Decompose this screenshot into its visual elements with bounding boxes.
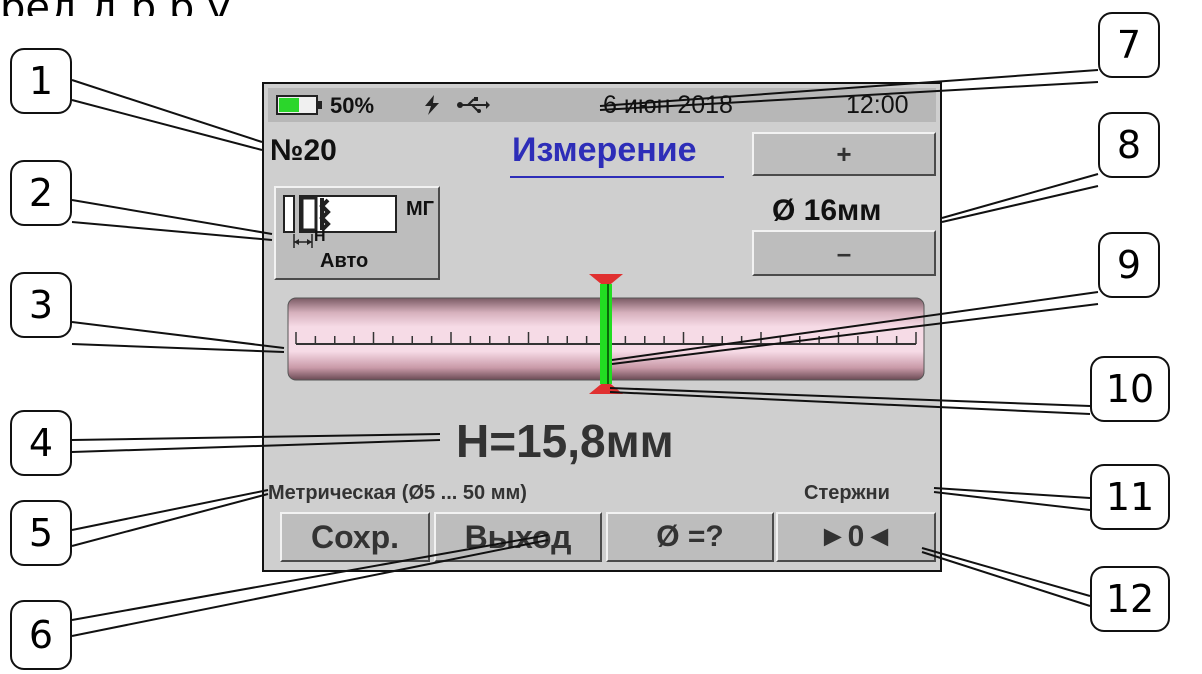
callout-12: 12 xyxy=(1090,566,1170,632)
callout-7: 7 xyxy=(1098,12,1160,78)
callout-9: 9 xyxy=(1098,232,1160,298)
callout-11: 11 xyxy=(1090,464,1170,530)
callout-8: 8 xyxy=(1098,112,1160,178)
callout-2: 2 xyxy=(10,160,72,226)
callout-5: 5 xyxy=(10,500,72,566)
callout-6: 6 xyxy=(10,600,72,670)
callout-3: 3 xyxy=(10,272,72,338)
callout-10: 10 xyxy=(1090,356,1170,422)
leader-lines xyxy=(71,69,1099,637)
callout-1: 1 xyxy=(10,48,72,114)
manual-figure: ред д р р у 50% xyxy=(0,0,1202,674)
callout-4: 4 xyxy=(10,410,72,476)
